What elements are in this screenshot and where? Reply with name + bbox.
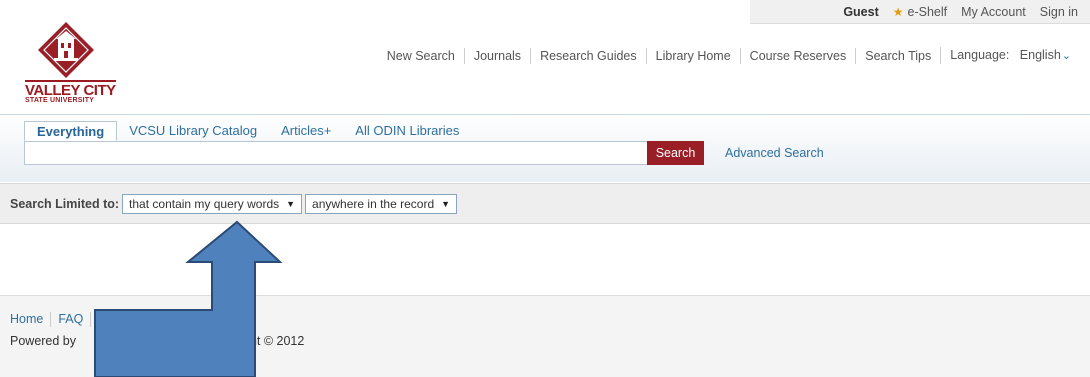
tab-vcsu-library-catalog[interactable]: VCSU Library Catalog: [117, 121, 269, 141]
logo-subname: STATE UNIVERSITY: [25, 97, 95, 104]
footer-faq-link[interactable]: FAQ: [50, 312, 90, 327]
star-icon: ★: [892, 4, 904, 19]
footer: Home FAQ Contact Us Powered by ght © 201…: [0, 295, 1090, 377]
search-limit-label: Search Limited to:: [10, 196, 120, 211]
footer-links: Home FAQ Contact Us: [10, 312, 167, 327]
search-limit-bar: Search Limited to: that contain my query…: [0, 183, 1090, 224]
language-value: English: [1019, 48, 1061, 62]
chevron-down-icon: ⌄: [1061, 50, 1071, 62]
powered-by-text: Powered by ght © 2012: [10, 334, 304, 348]
search-scope-tabs: Everything VCSU Library Catalog Articles…: [24, 121, 471, 141]
nav-search-tips[interactable]: Search Tips: [855, 47, 940, 64]
search-field-value: anywhere in the record: [312, 196, 435, 211]
nav-journals[interactable]: Journals: [463, 47, 530, 64]
search-panel: Everything VCSU Library Catalog Articles…: [0, 114, 1090, 182]
tab-articles-plus[interactable]: Articles+: [269, 121, 343, 141]
guest-label: Guest: [843, 4, 879, 19]
eshelf-label: e-Shelf: [907, 4, 948, 19]
nav-new-search[interactable]: New Search: [378, 48, 464, 64]
sign-in-link[interactable]: Sign in: [1040, 5, 1078, 19]
nav-library-home[interactable]: Library Home: [645, 47, 740, 64]
copyright-text: ght © 2012: [243, 334, 305, 348]
advanced-search-link[interactable]: Advanced Search: [725, 146, 824, 160]
university-logo[interactable]: VALLEY CITY STATE UNIVERSITY: [22, 20, 122, 106]
tab-everything[interactable]: Everything: [24, 121, 118, 141]
search-input[interactable]: [24, 141, 704, 165]
my-account-link[interactable]: My Account: [961, 5, 1026, 19]
dropdown-arrow-icon: ▼: [286, 198, 296, 209]
language-selector[interactable]: Language: English⌄: [940, 47, 1080, 64]
match-type-select[interactable]: that contain my query words ▼: [122, 193, 303, 214]
nav-research-guides[interactable]: Research Guides: [530, 47, 646, 64]
search-field-select[interactable]: anywhere in the record ▼: [305, 193, 458, 214]
nav-course-reserves[interactable]: Course Reserves: [739, 47, 856, 64]
dropdown-arrow-icon: ▼: [441, 198, 451, 209]
search-button[interactable]: Search: [647, 141, 704, 165]
tab-all-odin-libraries[interactable]: All ODIN Libraries: [343, 121, 471, 141]
match-type-value: that contain my query words: [129, 196, 280, 211]
footer-contact-link[interactable]: Contact Us: [90, 312, 167, 327]
university-crest-icon: [38, 22, 94, 78]
eshelf-link[interactable]: ★ e-Shelf: [893, 5, 947, 19]
powered-by-left: Powered by: [10, 334, 77, 348]
main-nav: New Search Journals Research Guides Libr…: [378, 47, 1080, 64]
footer-home-link[interactable]: Home: [10, 312, 50, 327]
user-bar: Guest ★ e-Shelf My Account Sign in: [750, 0, 1090, 24]
language-label: Language:: [950, 48, 1010, 62]
